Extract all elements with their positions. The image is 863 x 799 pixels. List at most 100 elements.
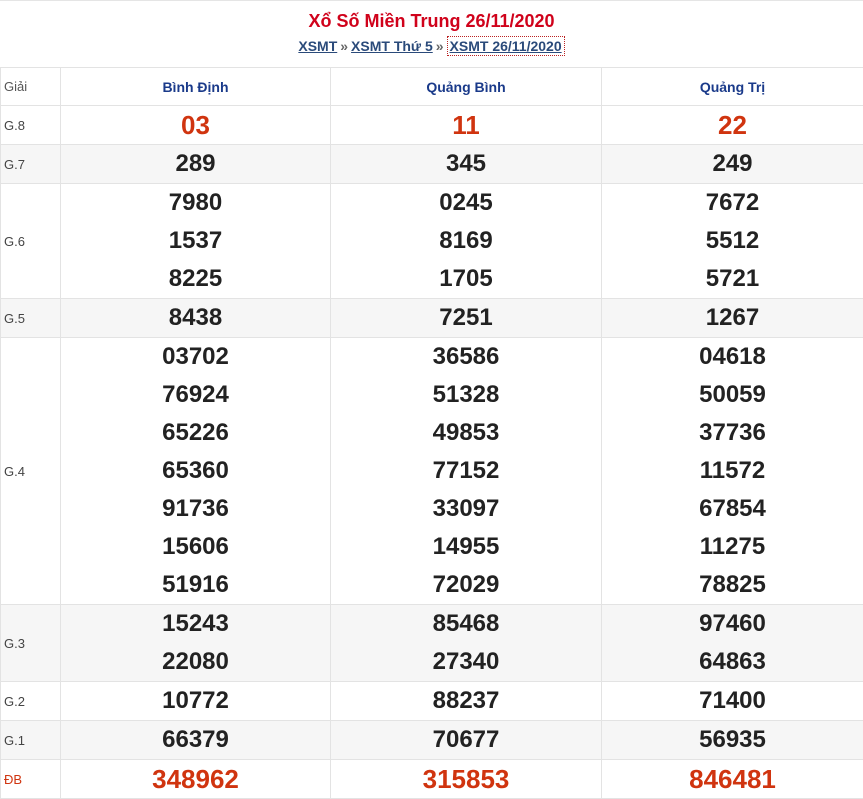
table-header-row: Giải Bình Định Quảng Bình Quảng Trị bbox=[1, 68, 863, 106]
result-cell: 348962 bbox=[61, 760, 331, 799]
result-number: 1537 bbox=[61, 222, 330, 260]
result-number: 33097 bbox=[331, 490, 601, 528]
result-number: 70677 bbox=[331, 721, 601, 759]
result-number: 5512 bbox=[602, 222, 863, 260]
breadcrumb-link-current-date[interactable]: XSMT 26/11/2020 bbox=[447, 36, 565, 56]
result-number: 8438 bbox=[61, 299, 330, 337]
result-cell: 11 bbox=[331, 106, 602, 145]
province-header-binh-dinh: Bình Định bbox=[61, 68, 331, 106]
result-number: 56935 bbox=[602, 721, 863, 759]
result-cell: 798015378225 bbox=[61, 184, 331, 299]
page-title: Xổ Số Miền Trung 26/11/2020 bbox=[0, 1, 863, 32]
result-cell: 04618500593773611572678541127578825 bbox=[602, 338, 863, 605]
province-header-quang-tri: Quảng Trị bbox=[602, 68, 863, 106]
result-number: 49853 bbox=[331, 414, 601, 452]
result-number: 22 bbox=[602, 106, 863, 144]
table-row: G.3152432208085468273409746064863 bbox=[1, 605, 863, 682]
prize-label: G.6 bbox=[1, 184, 61, 299]
result-number: 51328 bbox=[331, 376, 601, 414]
result-cell: 345 bbox=[331, 145, 602, 184]
result-cell: 7251 bbox=[331, 299, 602, 338]
result-cell: 1267 bbox=[602, 299, 863, 338]
result-number: 51916 bbox=[61, 566, 330, 604]
result-number: 15606 bbox=[61, 528, 330, 566]
result-number: 50059 bbox=[602, 376, 863, 414]
breadcrumb-link-xsmt[interactable]: XSMT bbox=[298, 38, 337, 54]
result-number: 7672 bbox=[602, 184, 863, 222]
prize-label: G.8 bbox=[1, 106, 61, 145]
breadcrumb-link-xsmt-thu-5[interactable]: XSMT Thứ 5 bbox=[351, 38, 433, 54]
result-number: 37736 bbox=[602, 414, 863, 452]
result-number: 249 bbox=[602, 145, 863, 183]
province-header-quang-binh: Quảng Bình bbox=[331, 68, 602, 106]
result-cell: 03 bbox=[61, 106, 331, 145]
result-cell: 66379 bbox=[61, 721, 331, 760]
result-number: 67854 bbox=[602, 490, 863, 528]
table-row: G.6798015378225024581691705767255125721 bbox=[1, 184, 863, 299]
result-number: 8169 bbox=[331, 222, 601, 260]
result-number: 11 bbox=[331, 106, 601, 144]
result-number: 0245 bbox=[331, 184, 601, 222]
result-number: 03 bbox=[61, 106, 330, 144]
result-number: 88237 bbox=[331, 682, 601, 720]
result-number: 64863 bbox=[602, 643, 863, 681]
result-cell: 10772 bbox=[61, 682, 331, 721]
prize-label: G.1 bbox=[1, 721, 61, 760]
result-cell: 8438 bbox=[61, 299, 331, 338]
result-number: 7251 bbox=[331, 299, 601, 337]
result-cell: 22 bbox=[602, 106, 863, 145]
result-number: 65360 bbox=[61, 452, 330, 490]
result-number: 03702 bbox=[61, 338, 330, 376]
table-row: G.8031122 bbox=[1, 106, 863, 145]
table-row: G.1663797067756935 bbox=[1, 721, 863, 760]
table-row: G.5843872511267 bbox=[1, 299, 863, 338]
result-number: 10772 bbox=[61, 682, 330, 720]
result-number: 14955 bbox=[331, 528, 601, 566]
breadcrumb-separator: » bbox=[436, 38, 444, 54]
table-row: ĐB348962315853846481 bbox=[1, 760, 863, 799]
result-number: 1705 bbox=[331, 260, 601, 298]
result-cell: 024581691705 bbox=[331, 184, 602, 299]
result-cell: 36586513284985377152330971495572029 bbox=[331, 338, 602, 605]
results-table: Giải Bình Định Quảng Bình Quảng Trị G.80… bbox=[0, 67, 863, 799]
prize-label: G.2 bbox=[1, 682, 61, 721]
result-cell: 1524322080 bbox=[61, 605, 331, 682]
result-cell: 70677 bbox=[331, 721, 602, 760]
result-cell: 71400 bbox=[602, 682, 863, 721]
result-number: 97460 bbox=[602, 605, 863, 643]
result-number: 36586 bbox=[331, 338, 601, 376]
result-number: 1267 bbox=[602, 299, 863, 337]
table-row: G.2107728823771400 bbox=[1, 682, 863, 721]
result-number: 315853 bbox=[331, 760, 601, 798]
result-number: 71400 bbox=[602, 682, 863, 720]
breadcrumb: XSMT»XSMT Thứ 5»XSMT 26/11/2020 bbox=[0, 36, 863, 56]
result-cell: 8546827340 bbox=[331, 605, 602, 682]
result-number: 11275 bbox=[602, 528, 863, 566]
result-number: 65226 bbox=[61, 414, 330, 452]
result-number: 66379 bbox=[61, 721, 330, 759]
result-number: 27340 bbox=[331, 643, 601, 681]
table-row: G.40370276924652266536091736156065191636… bbox=[1, 338, 863, 605]
prize-label: G.5 bbox=[1, 299, 61, 338]
result-number: 85468 bbox=[331, 605, 601, 643]
result-cell: 846481 bbox=[602, 760, 863, 799]
result-number: 72029 bbox=[331, 566, 601, 604]
result-number: 22080 bbox=[61, 643, 330, 681]
result-number: 348962 bbox=[61, 760, 330, 798]
result-cell: 289 bbox=[61, 145, 331, 184]
results-body: G.8031122G.7289345249G.67980153782250245… bbox=[1, 106, 863, 799]
result-cell: 88237 bbox=[331, 682, 602, 721]
result-cell: 56935 bbox=[602, 721, 863, 760]
prize-label: G.3 bbox=[1, 605, 61, 682]
prize-column-header: Giải bbox=[1, 68, 61, 106]
result-cell: 767255125721 bbox=[602, 184, 863, 299]
result-number: 77152 bbox=[331, 452, 601, 490]
result-number: 7980 bbox=[61, 184, 330, 222]
result-number: 78825 bbox=[602, 566, 863, 604]
breadcrumb-separator: » bbox=[340, 38, 348, 54]
result-cell: 9746064863 bbox=[602, 605, 863, 682]
prize-label: ĐB bbox=[1, 760, 61, 799]
table-row: G.7289345249 bbox=[1, 145, 863, 184]
result-number: 846481 bbox=[602, 760, 863, 798]
result-number: 11572 bbox=[602, 452, 863, 490]
